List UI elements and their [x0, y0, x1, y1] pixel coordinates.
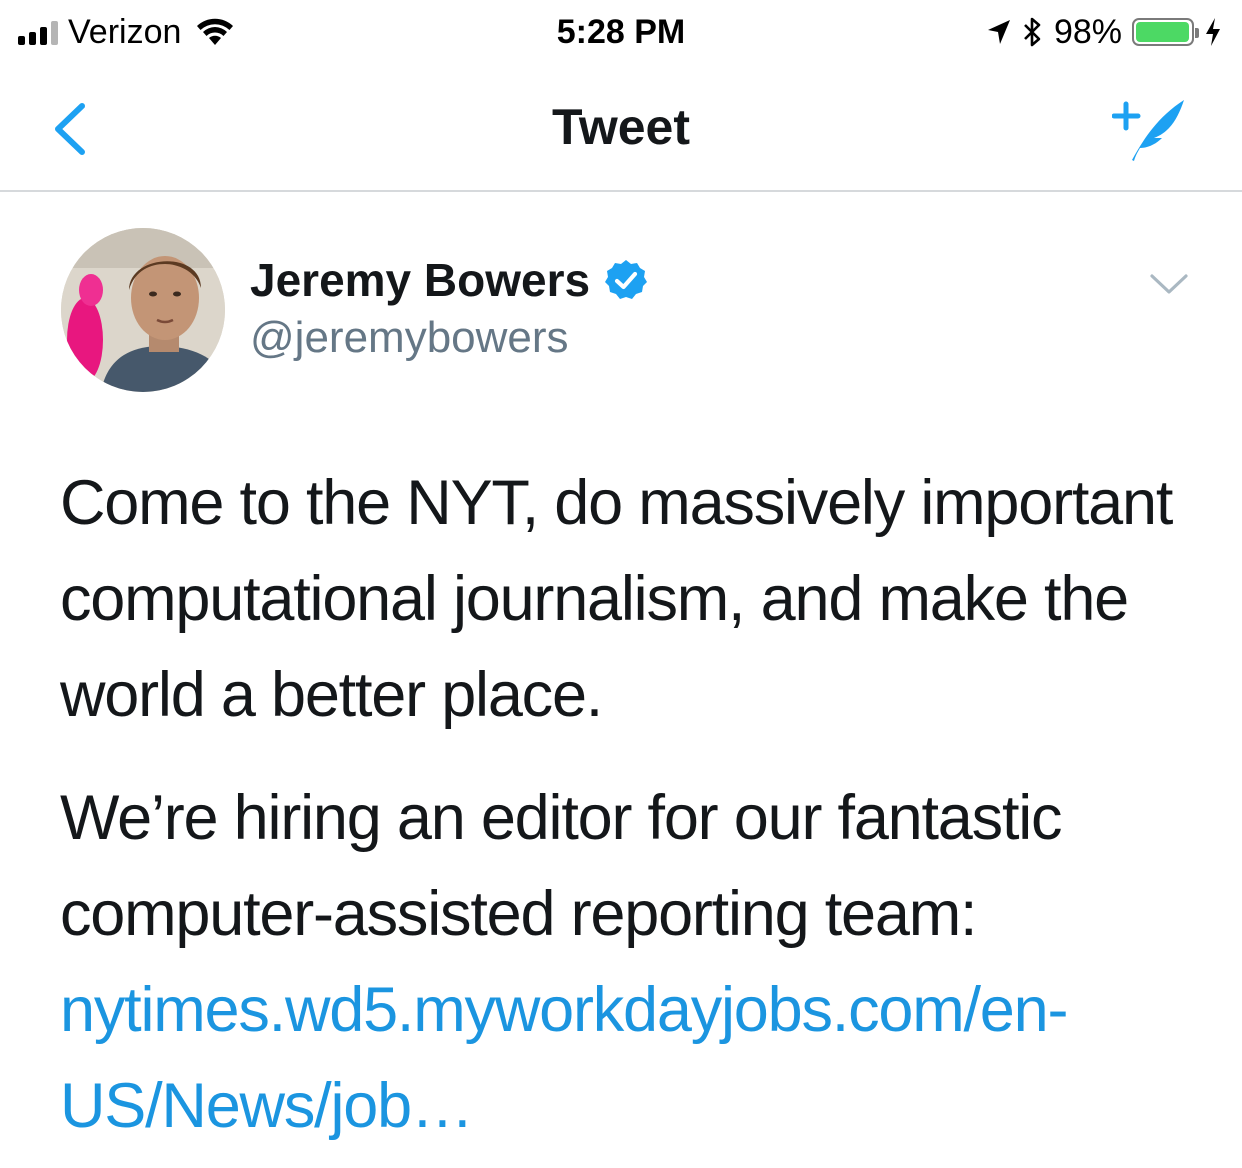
author-name[interactable]: Jeremy Bowers [250, 252, 590, 308]
tweet-paragraph-text: We’re hiring an editor for our fantastic… [60, 783, 1063, 949]
avatar-photo [61, 228, 225, 392]
battery-level [1136, 22, 1189, 42]
battery-icon [1132, 18, 1199, 46]
battery-percent: 98% [1053, 13, 1122, 51]
location-arrow-icon [987, 20, 1010, 44]
navigation-bar: Tweet [0, 64, 1242, 192]
tweet-paragraph: Come to the NYT, do massively important … [60, 468, 1173, 730]
tweet-text: Come to the NYT, do massively important … [60, 455, 1210, 1154]
author-avatar[interactable] [61, 228, 225, 392]
author-handle[interactable]: @jeremybowers [250, 312, 569, 364]
chevron-down-icon [1150, 274, 1188, 294]
page-title: Tweet [552, 99, 690, 155]
compose-tweet-button[interactable] [1111, 94, 1192, 166]
charging-icon [1206, 18, 1220, 46]
battery-tip [1195, 28, 1199, 38]
tweet-detail-screen: Verizon 5:28 PM 98% Tweet Jeremy Bowers … [0, 0, 1242, 1168]
status-bar: Verizon 5:28 PM 98% [0, 0, 1242, 64]
tweet-options-button[interactable] [1148, 266, 1190, 302]
job-posting-link[interactable]: nytimes.wd5.myworkdayjobs.com/en-US/News… [60, 975, 1068, 1141]
author-name-row[interactable]: Jeremy Bowers [250, 252, 648, 308]
verified-badge-icon [605, 260, 648, 299]
status-right: 98% [986, 12, 1222, 52]
tweet-paragraph: We’re hiring an editor for our fantastic… [60, 770, 1210, 1154]
bluetooth-icon [1024, 17, 1041, 47]
compose-tweet-icon [1111, 100, 1184, 161]
